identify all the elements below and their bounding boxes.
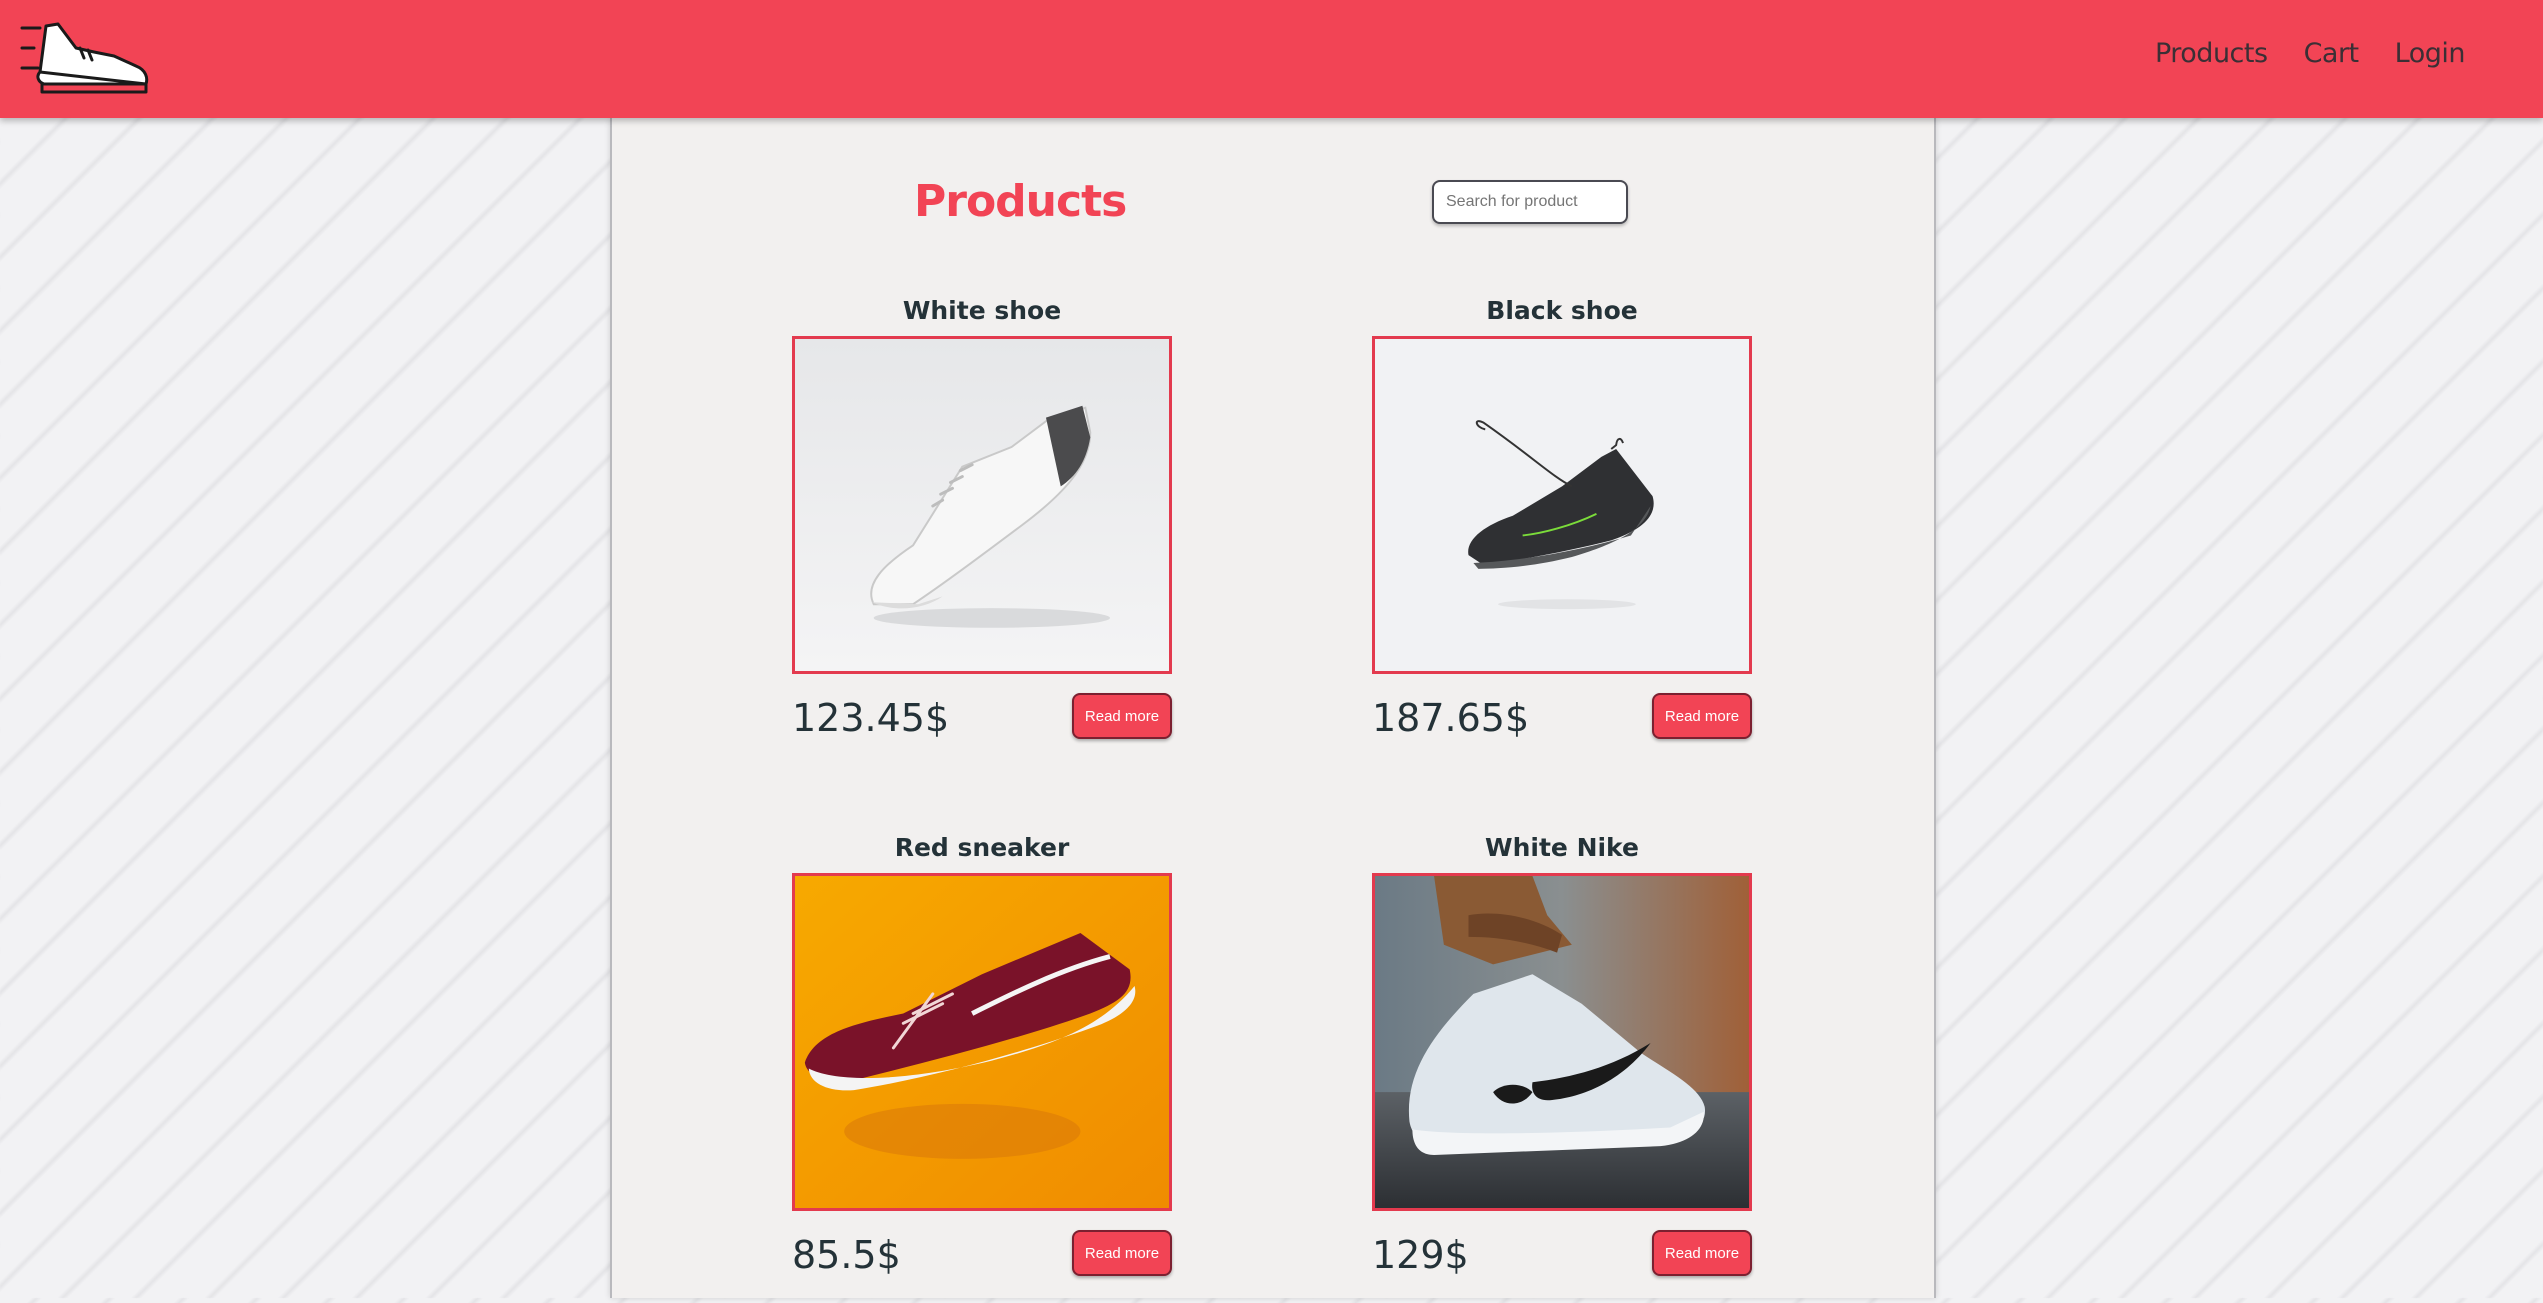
product-card-white-nike: White Nike 129$ Read more (1372, 833, 1752, 1303)
read-more-button[interactable]: Read more (1072, 693, 1172, 739)
white-nike-photo[interactable] (1372, 873, 1752, 1211)
product-card-red-sneaker: Red sneaker 85.5$ Read more (792, 833, 1172, 1303)
white-shoe-photo[interactable] (792, 336, 1172, 674)
product-name: White shoe (902, 296, 1062, 325)
sneaker-logo-icon[interactable] (18, 18, 154, 100)
products-panel: Products White shoe (610, 118, 1936, 1298)
product-price: 123.45$ (792, 696, 950, 740)
read-more-button[interactable]: Read more (1652, 1230, 1752, 1276)
site-header: Products Cart Login (0, 0, 2543, 118)
page-title: Products (914, 176, 1127, 227)
main-nav: Products Cart Login (2155, 38, 2466, 69)
product-price: 187.65$ (1372, 696, 1530, 740)
product-name: White Nike (1485, 833, 1639, 862)
read-more-button[interactable]: Read more (1072, 1230, 1172, 1276)
nav-products-link[interactable]: Products (2155, 38, 2268, 69)
nav-login-link[interactable]: Login (2395, 38, 2466, 69)
read-more-button[interactable]: Read more (1652, 693, 1752, 739)
red-sneaker-photo[interactable] (792, 873, 1172, 1211)
search-input[interactable] (1432, 180, 1628, 224)
product-card-white-shoe: White shoe 123.45$ Read more (792, 296, 1172, 766)
product-card-black-shoe: Black shoe 187.65$ Read more (1372, 296, 1752, 766)
product-price: 129$ (1372, 1233, 1469, 1277)
product-price: 85.5$ (792, 1233, 901, 1277)
black-shoe-photo[interactable] (1372, 336, 1752, 674)
product-name: Black shoe (1486, 296, 1638, 325)
nav-cart-link[interactable]: Cart (2304, 38, 2360, 69)
product-name: Red sneaker (894, 833, 1070, 862)
